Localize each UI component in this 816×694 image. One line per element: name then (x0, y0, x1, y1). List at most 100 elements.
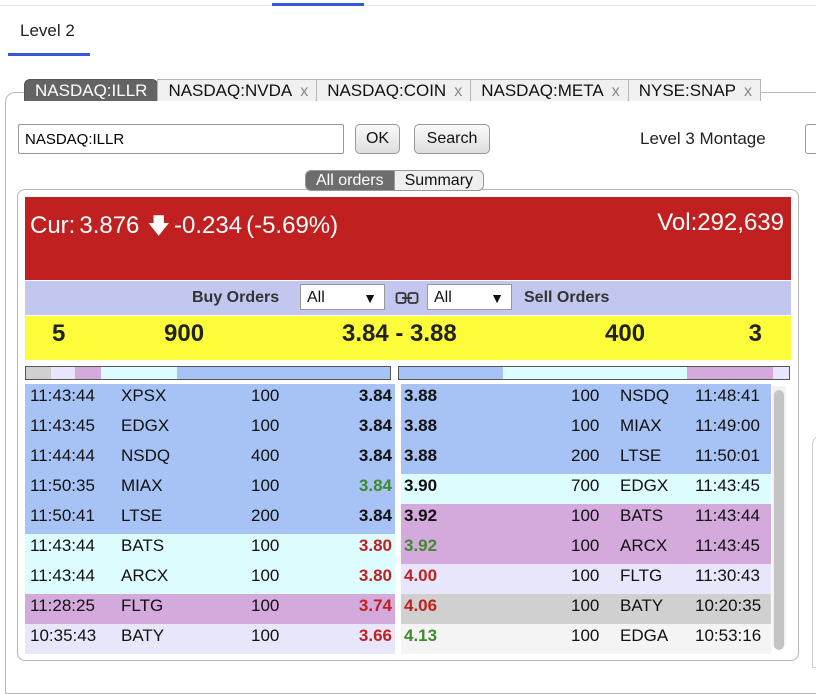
sell-orders-label: Sell Orders (524, 289, 610, 306)
volume: Vol:292,639 (657, 209, 784, 237)
table-row[interactable]: 11:44:44 NSDQ 400 3.84 (25, 444, 395, 474)
table-row[interactable]: 11:43:44 ARCX 100 3.80 (25, 564, 395, 594)
depth-segment (687, 367, 773, 379)
depth-segment (503, 367, 597, 379)
depth-segment (773, 367, 789, 379)
table-row[interactable]: 3.92 100 BATS 11:43:44 (401, 504, 771, 534)
order-size: 100 (571, 536, 600, 555)
table-row[interactable]: 10:35:43 BATY 100 3.66 (25, 624, 395, 654)
order-price: 3.80 (358, 536, 392, 555)
quote-header: Cur: 3.876 🡇 -0.234 (-5.69%) Vol:292,639 (25, 197, 791, 280)
order-mm: XPSX (121, 386, 167, 405)
link-icon[interactable] (395, 289, 419, 307)
arrow-down-icon: 🡇 (147, 213, 171, 238)
order-mm: ARCX (121, 566, 169, 585)
depth-segment (26, 367, 51, 379)
order-size: 400 (251, 446, 280, 465)
table-row[interactable]: 11:43:44 BATS 100 3.80 (25, 534, 395, 564)
sell-filter-value: All (434, 289, 452, 306)
order-size: 100 (251, 386, 280, 405)
order-time: 11:28:25 (30, 596, 95, 615)
order-price: 4.00 (404, 566, 438, 585)
montage-select[interactable] (805, 124, 816, 154)
sell-filter-select[interactable]: All ▼ (427, 284, 512, 310)
order-size: 100 (571, 506, 600, 525)
symbol-tab-label: NASDAQ:META (481, 81, 604, 100)
close-tab-icon[interactable]: x (454, 83, 462, 100)
order-mm: EDGX (121, 416, 170, 435)
order-size: 100 (571, 416, 600, 435)
order-time: 11:49:00 (695, 416, 760, 435)
order-mm: BATS (620, 506, 664, 525)
level3-montage-label: Level 3 Montage (640, 129, 766, 148)
bid-ask-spread: 3.84 - 3.88 (342, 320, 457, 347)
symbol-tab-strip: NASDAQ:ILLR NASDAQ:NVDA x NASDAQ:COIN x NASDA… (24, 79, 762, 102)
ok-button[interactable]: OK (355, 124, 400, 154)
table-row[interactable]: 11:43:45 EDGX 100 3.84 (25, 414, 395, 444)
table-row[interactable]: 4.13 100 EDGA 10:53:16 (401, 624, 771, 654)
close-tab-icon[interactable]: x (612, 83, 620, 100)
depth-segment (101, 367, 153, 379)
order-price: 3.74 (358, 596, 392, 615)
close-tab-icon[interactable]: x (300, 83, 308, 100)
order-size: 100 (251, 566, 280, 585)
buy-filter-value: All (307, 289, 325, 306)
side-panel-edge (812, 436, 816, 668)
symbol-tab[interactable]: NASDAQ:NVDA x (157, 79, 318, 101)
symbol-tab[interactable]: NASDAQ:ILLR (24, 79, 159, 101)
order-size: 100 (571, 386, 600, 405)
tab-level-2[interactable]: Level 2 (20, 21, 75, 41)
table-row[interactable]: 11:43:44 XPSX 100 3.84 (25, 384, 395, 414)
dropdown-triangle-icon: ▼ (490, 290, 504, 306)
order-time: 11:43:44 (30, 536, 95, 555)
ask-size: 400 (605, 320, 646, 347)
order-size: 100 (251, 476, 280, 495)
order-price: 3.88 (404, 386, 438, 405)
table-row[interactable]: 3.90 700 EDGX 11:43:45 (401, 474, 771, 504)
depth-segment (399, 367, 503, 379)
order-price: 3.92 (404, 506, 438, 525)
order-time: 11:50:35 (30, 476, 95, 495)
table-row[interactable]: 3.88 100 NSDQ 11:48:41 (401, 384, 771, 414)
symbol-tab[interactable]: NASDAQ:COIN x (316, 79, 472, 101)
order-time: 11:43:45 (695, 476, 760, 495)
order-time: 11:43:44 (695, 506, 760, 525)
symbol-input[interactable] (18, 124, 344, 154)
order-mm: FLTG (121, 596, 164, 615)
search-button[interactable]: Search (414, 124, 490, 154)
scrollbar-thumb[interactable] (774, 390, 784, 650)
order-price: 3.84 (358, 446, 392, 465)
table-row[interactable]: 4.00 100 FLTG 11:30:43 (401, 564, 771, 594)
ask-count: 3 (748, 320, 762, 347)
current-price: 3.876 (79, 212, 140, 239)
order-mm: ARCX (620, 536, 668, 555)
summary-toggle[interactable]: Summary (394, 170, 485, 191)
sell-depth-bar (398, 366, 790, 380)
order-mm: LTSE (121, 506, 163, 525)
table-row[interactable]: 3.88 100 MIAX 11:49:00 (401, 414, 771, 444)
symbol-tab[interactable]: NASDAQ:META x (470, 79, 629, 101)
symbol-tab[interactable]: NYSE:SNAP x (627, 79, 762, 101)
current-quote: Cur: 3.876 🡇 -0.234 (-5.69%) (30, 209, 342, 247)
order-time: 11:50:41 (30, 506, 95, 525)
all-orders-toggle[interactable]: All orders (305, 170, 395, 191)
buy-filter-select[interactable]: All ▼ (300, 284, 385, 310)
depth-segment (75, 367, 101, 379)
table-row[interactable]: 11:28:25 FLTG 100 3.74 (25, 594, 395, 624)
filter-bar: Buy Orders All ▼ All ▼ Sell Orders (25, 281, 791, 315)
order-price: 3.84 (358, 416, 392, 435)
order-price: 3.90 (404, 476, 438, 495)
table-row[interactable]: 3.92 100 ARCX 11:43:45 (401, 534, 771, 564)
volume-value: 292,639 (697, 209, 784, 236)
order-size: 100 (571, 596, 600, 615)
table-row[interactable]: 11:50:35 MIAX 100 3.84 (25, 474, 395, 504)
table-row[interactable]: 4.06 100 BATY 10:20:35 (401, 594, 771, 624)
dropdown-triangle-icon: ▼ (363, 290, 377, 306)
order-size: 700 (571, 476, 600, 495)
order-mm: BATS (121, 536, 165, 555)
close-tab-icon[interactable]: x (744, 83, 752, 100)
table-row[interactable]: 3.88 200 LTSE 11:50:01 (401, 444, 771, 474)
symbol-tab-label: NYSE:SNAP (638, 81, 737, 100)
table-row[interactable]: 11:50:41 LTSE 200 3.84 (25, 504, 395, 534)
depth-segment (51, 367, 75, 379)
